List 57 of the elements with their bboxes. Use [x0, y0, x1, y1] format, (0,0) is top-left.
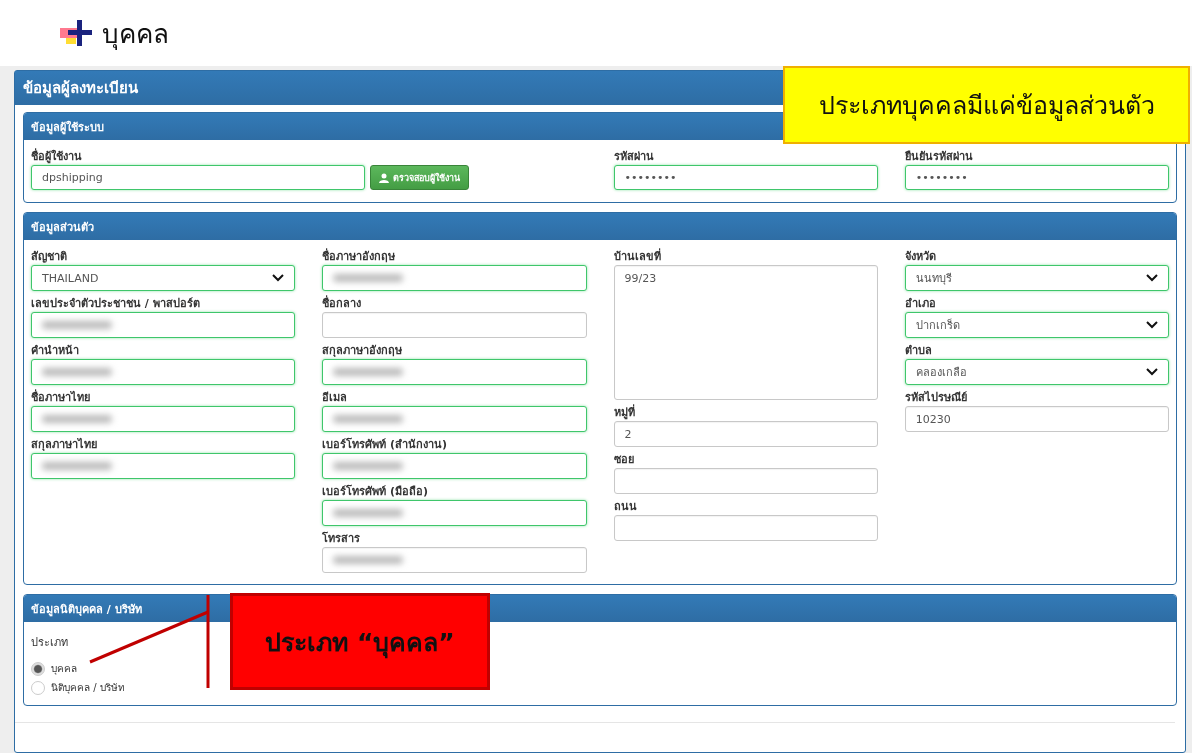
field-label: บ้านเลขที่ [613, 249, 662, 265]
field-label: สกุลภาษาอังกฤษ [322, 343, 404, 359]
field-label: อีเมล [322, 390, 349, 406]
field-label: อำเภอ [904, 296, 937, 312]
input-field[interactable]: 2 [613, 421, 878, 447]
input-field[interactable] [322, 453, 587, 479]
chevron-down-icon [1146, 321, 1158, 329]
select-field[interactable]: คลองเกลือ [904, 359, 1169, 385]
field-label: ยืนยันรหัสผ่าน [904, 149, 974, 165]
input-field[interactable] [322, 359, 587, 385]
field-label: ซอย [613, 452, 635, 468]
section-title: ข้อมูลส่วนตัว [24, 213, 1176, 240]
input-field[interactable] [613, 468, 878, 494]
input-field[interactable] [613, 515, 878, 541]
select-field[interactable]: ปากเกร็ด [904, 312, 1169, 338]
select-field[interactable]: THAILAND [31, 265, 296, 291]
page-title: บุคคล [102, 17, 169, 52]
field-label: สกุลภาษาไทย [31, 437, 98, 453]
field-label: คำนำหน้า [31, 343, 80, 359]
field-label: เลขประจำตัวประชาชน / พาสปอร์ต [31, 296, 201, 312]
field-label: ชื่อผู้ใช้งาน [31, 149, 83, 165]
input-field[interactable] [322, 500, 587, 526]
chevron-down-icon [1146, 274, 1158, 282]
input-field[interactable] [31, 453, 296, 479]
note-callout: ประเภทบุคคลมีแค่ข้อมูลส่วนตัว [783, 66, 1190, 144]
plus-icon [58, 18, 94, 48]
alert-callout: ประเภท “บุคคล” [230, 593, 490, 690]
field-label: โทรสาร [322, 531, 362, 547]
input-field[interactable] [322, 265, 587, 291]
field-label: รหัสผ่าน [613, 149, 655, 165]
field-label: ชื่อภาษาไทย [31, 390, 91, 406]
select-field[interactable]: นนทบุรี [904, 265, 1169, 291]
field-label: จังหวัด [904, 249, 937, 265]
textarea-field[interactable]: 99/23 [613, 265, 878, 400]
field-label: สัญชาติ [31, 249, 68, 265]
password-field[interactable]: •••••••• [904, 165, 1169, 190]
chevron-down-icon [272, 274, 285, 282]
field-label: ถนน [613, 499, 638, 515]
field-label: ตำบล [904, 343, 933, 359]
field-label: เบอร์โทรศัพท์ (สำนักงาน) [322, 437, 449, 453]
field-label: รหัสไปรษณีย์ [904, 390, 968, 406]
input-field[interactable] [322, 312, 587, 338]
input-field[interactable] [31, 312, 296, 338]
input-field[interactable] [31, 406, 296, 432]
input-field[interactable] [322, 547, 587, 573]
input-field[interactable] [322, 406, 587, 432]
input-field[interactable] [31, 359, 296, 385]
user-icon [379, 172, 389, 183]
field-label: ชื่อภาษาอังกฤษ [322, 249, 397, 265]
field-label: เบอร์โทรศัพท์ (มือถือ) [322, 484, 430, 500]
input-field[interactable]: 10230 [904, 406, 1169, 432]
field-label: หมู่ที่ [613, 405, 636, 421]
password-field[interactable]: •••••••• [613, 165, 878, 190]
chevron-down-icon [1146, 368, 1158, 376]
field-label: ประเภท [31, 635, 68, 651]
field-label: ชื่อกลาง [322, 296, 363, 312]
input-field[interactable]: dpshipping [31, 165, 365, 190]
